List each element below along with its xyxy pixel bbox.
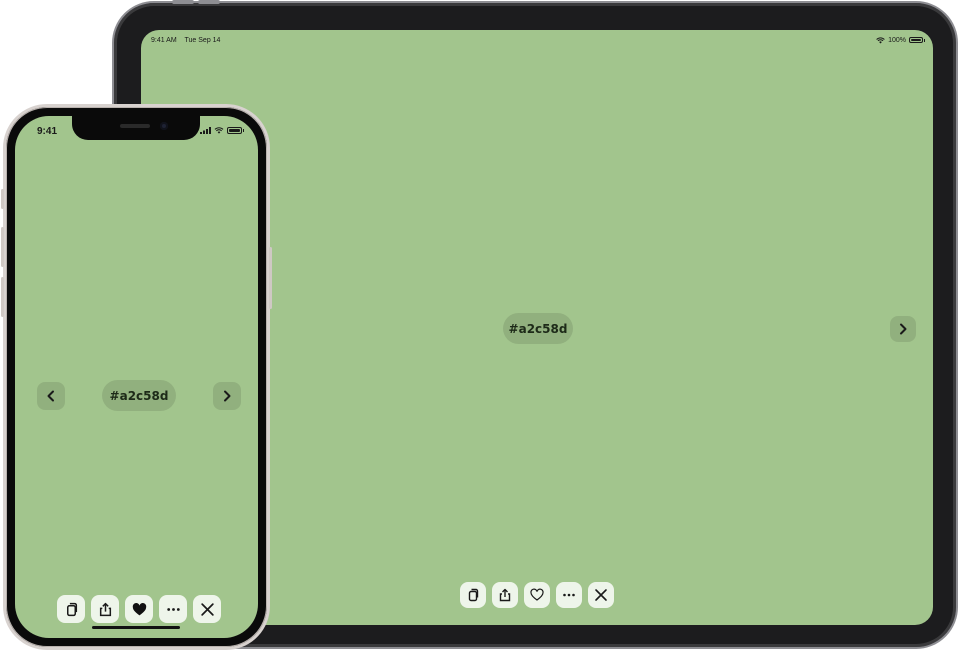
share-button[interactable] [91,595,119,623]
iphone-device: 9:41 #a2c58d [1,104,272,650]
ipad-status-bar: 9:41 AM Tue Sep 14 100% [151,34,925,46]
share-icon [499,588,511,602]
hex-color-label[interactable]: #a2c58d [102,380,176,411]
next-color-button[interactable] [213,382,241,410]
more-icon [166,607,180,611]
share-button[interactable] [492,582,518,608]
close-icon [595,589,607,601]
wifi-icon [214,127,224,134]
ipad-battery-text: 100% [888,36,906,44]
iphone-volume-up [1,227,4,267]
next-color-button[interactable] [890,316,916,342]
iphone-power-button [269,247,272,309]
chevron-left-icon [47,390,54,402]
ipad-status-time: 9:41 AM [151,36,177,44]
ipad-volume-button [198,0,220,4]
previous-color-button[interactable] [37,382,65,410]
more-button[interactable] [159,595,187,623]
close-button[interactable] [588,582,614,608]
share-icon [99,602,111,616]
favorite-button[interactable] [524,582,550,608]
iphone-status-icons [200,127,244,134]
heart-filled-icon [132,602,146,615]
close-button[interactable] [193,595,221,623]
copy-icon [66,602,77,616]
favorite-button[interactable] [125,595,153,623]
copy-button[interactable] [460,582,486,608]
hex-color-label[interactable]: #a2c58d [503,313,573,344]
iphone-volume-down [1,277,4,317]
battery-icon [909,37,925,43]
close-icon [200,602,214,616]
iphone-screen: 9:41 #a2c58d [15,116,258,638]
chevron-right-icon [224,390,231,402]
more-icon [563,593,575,597]
cellular-signal-icon [200,127,211,134]
iphone-mute-switch [1,189,4,209]
ipad-status-date: Tue Sep 14 [184,36,221,44]
iphone-toolbar [57,595,221,623]
ipad-toolbar [460,582,614,608]
speaker-grille [120,124,150,128]
iphone-status-time: 9:41 [37,126,58,137]
wifi-icon [876,36,885,43]
home-indicator[interactable] [92,626,180,629]
copy-icon [468,588,479,602]
front-camera [160,122,168,130]
battery-icon [227,127,244,134]
chevron-right-icon [900,323,907,335]
iphone-notch [72,116,200,140]
copy-button[interactable] [57,595,85,623]
more-button[interactable] [556,582,582,608]
ipad-volume-button [172,0,194,4]
heart-outline-icon [530,588,544,601]
